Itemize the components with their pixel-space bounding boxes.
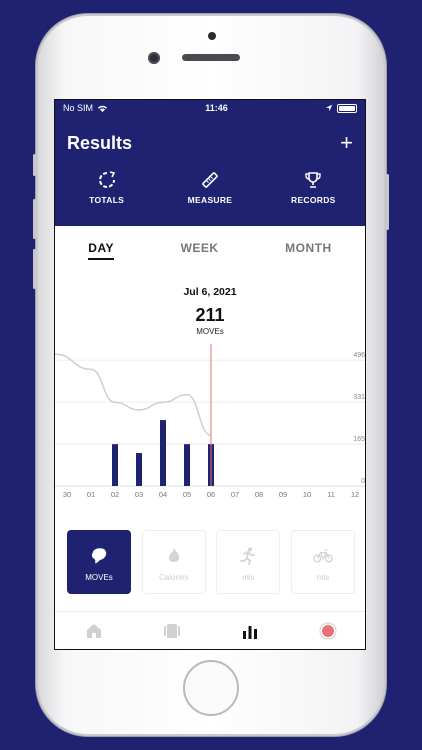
add-button[interactable]: +: [340, 132, 353, 154]
page-title: Results: [67, 132, 133, 153]
tab-measure[interactable]: MEASURE: [165, 170, 255, 205]
proximity-sensor: [208, 32, 216, 40]
x-tick-label: 04: [159, 490, 167, 499]
moves-blob-icon: [91, 548, 107, 564]
flame-icon: [168, 548, 179, 562]
record-icon[interactable]: [319, 622, 337, 640]
tab-day[interactable]: DAY: [88, 241, 114, 260]
power-button: [386, 174, 389, 230]
bar-04: [160, 420, 166, 486]
card-moves-label: MOVEs: [85, 573, 113, 582]
status-bar: No SIM 11:46: [55, 100, 365, 116]
card-running-label: mls: [242, 573, 255, 582]
header: No SIM 11:46 Results + TOTALS MEASURE RE…: [55, 100, 365, 226]
y-tick-label: 496: [353, 352, 365, 359]
daily-moves-chart[interactable]: 496 331 165 0 30 01 02 03 04 05 06 07 08 09 10 11 12: [55, 344, 366, 508]
card-calories[interactable]: Calories: [141, 530, 206, 594]
bicycle-icon: [313, 549, 333, 563]
tab-totals[interactable]: TOTALS: [62, 170, 152, 205]
metric-cards: MOVEs Calories mls mls: [55, 530, 365, 594]
carrier-label: No SIM: [63, 103, 94, 113]
bar-05: [184, 444, 190, 486]
period-tabs: DAY WEEK MONTH: [55, 226, 365, 264]
card-calories-label: Calories: [158, 573, 189, 582]
clock: 11:46: [205, 103, 228, 113]
bar-02: [112, 444, 118, 486]
tab-records-label: RECORDS: [291, 195, 336, 205]
volume-up-button: [33, 199, 36, 239]
tab-month[interactable]: MONTH: [285, 241, 332, 255]
selected-date: Jul 6, 2021: [183, 286, 237, 298]
home-button[interactable]: [183, 660, 239, 716]
x-tick-label: 30: [63, 490, 71, 499]
tab-week[interactable]: WEEK: [181, 241, 219, 255]
bar-03: [136, 453, 142, 486]
y-tick-label: 0: [361, 478, 365, 485]
tab-totals-label: TOTALS: [89, 195, 125, 205]
cards-icon[interactable]: [163, 622, 181, 640]
y-tick-label: 165: [353, 436, 365, 443]
moves-unit: MOVEs: [196, 327, 224, 336]
bar-chart-icon[interactable]: [241, 622, 259, 640]
tab-measure-label: MEASURE: [187, 195, 233, 205]
x-tick-label: 07: [231, 490, 239, 499]
card-cycling[interactable]: mls: [290, 530, 355, 594]
runner-icon: [240, 547, 256, 565]
x-tick-label: 09: [279, 490, 287, 499]
y-tick-label: 331: [353, 394, 365, 401]
front-camera: [148, 52, 160, 64]
home-icon[interactable]: [85, 622, 103, 640]
app-screen: No SIM 11:46 Results + TOTALS MEASURE RE…: [54, 99, 366, 650]
earpiece-speaker: [182, 54, 240, 61]
x-tick-label: 12: [351, 490, 359, 499]
x-tick-label: 06: [207, 490, 215, 499]
battery-icon: [336, 103, 357, 113]
mute-switch: [33, 154, 36, 176]
volume-down-button: [33, 249, 36, 289]
trophy-icon: [305, 172, 322, 188]
x-tick-label: 05: [183, 490, 191, 499]
moves-value: 211: [195, 305, 225, 325]
x-tick-label: 01: [87, 490, 95, 499]
results-tabs: TOTALS MEASURE RECORDS: [55, 170, 365, 205]
card-cycling-label: mls: [316, 573, 330, 582]
x-tick-label: 11: [327, 490, 335, 499]
tab-records[interactable]: RECORDS: [268, 170, 358, 205]
x-tick-label: 10: [303, 490, 311, 499]
bottom-nav: [55, 611, 365, 649]
refresh-circle-icon: [98, 171, 115, 188]
card-moves[interactable]: MOVEs: [67, 530, 131, 594]
ruler-icon: [202, 172, 218, 188]
x-tick-label: 02: [111, 490, 119, 499]
card-running[interactable]: mls: [216, 530, 281, 594]
x-tick-label: 08: [255, 490, 263, 499]
trend-line: [55, 353, 212, 437]
location-arrow-icon: [325, 104, 333, 112]
wifi-icon: [97, 105, 108, 112]
x-tick-label: 03: [135, 490, 143, 499]
